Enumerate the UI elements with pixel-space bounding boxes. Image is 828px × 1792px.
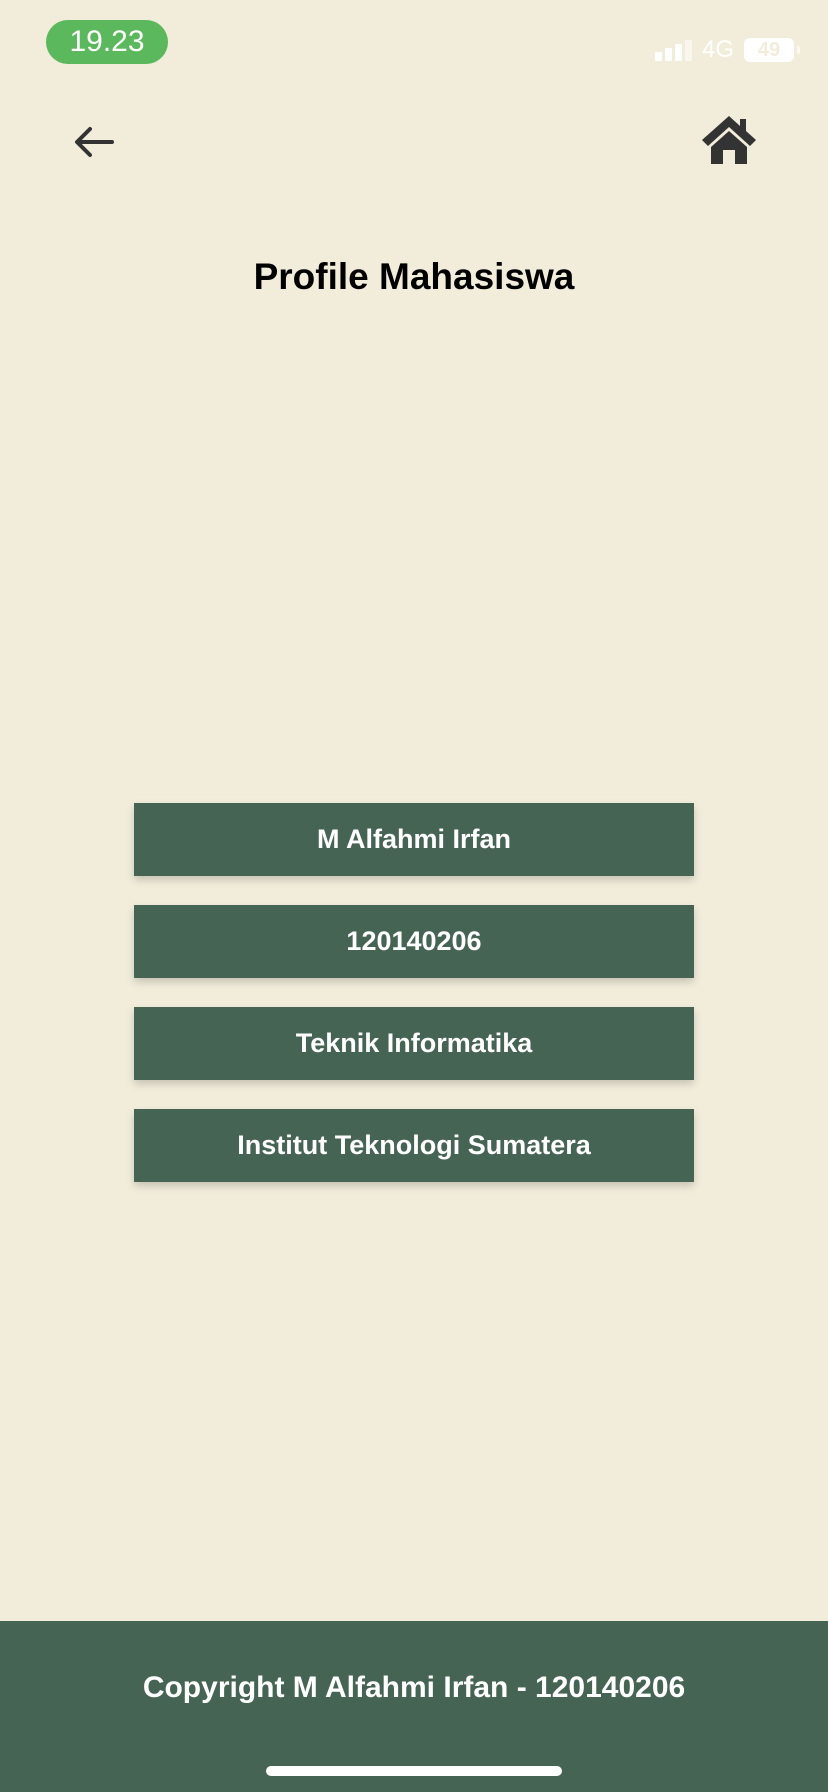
signal-icon — [654, 39, 692, 61]
home-indicator[interactable] — [266, 1766, 562, 1776]
profile-institution-button[interactable]: Institut Teknologi Sumatera — [134, 1109, 694, 1182]
page-title: Profile Mahasiswa — [253, 256, 575, 297]
footer: Copyright M Alfahmi Irfan - 120140206 — [0, 1621, 828, 1792]
arrow-left-icon — [75, 127, 114, 157]
status-time: 19.23 — [46, 20, 168, 64]
battery-icon: 49 — [744, 38, 800, 62]
profile-info-list: M Alfahmi Irfan 120140206 Teknik Informa… — [134, 803, 694, 1182]
home-icon — [702, 116, 756, 164]
profile-name-button[interactable]: M Alfahmi Irfan — [134, 803, 694, 876]
network-type: 4G — [701, 36, 734, 63]
status-indicators: 4G 49 — [654, 36, 800, 64]
battery-level: 49 — [757, 39, 781, 61]
profile-nim-button[interactable]: 120140206 — [134, 905, 694, 978]
back-button[interactable] — [70, 118, 118, 166]
footer-copyright: Copyright M Alfahmi Irfan - 120140206 — [142, 1671, 686, 1704]
profile-major-button[interactable]: Teknik Informatika — [134, 1007, 694, 1080]
home-button[interactable] — [700, 114, 758, 166]
